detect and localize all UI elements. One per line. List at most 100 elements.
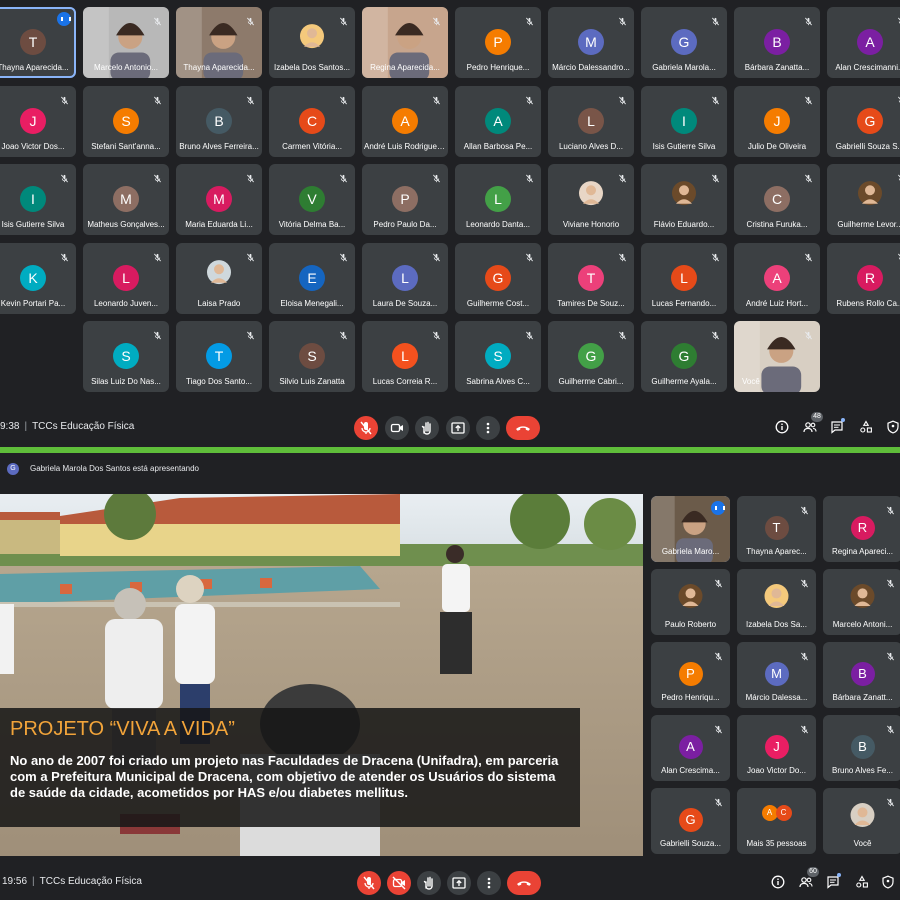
participant-avatar: S [485,343,511,369]
participant-tile[interactable]: M Maria Eduarda Li... [176,164,262,235]
activities-button[interactable] [855,875,869,889]
participant-tile[interactable]: T Thayna Aparec... [737,496,816,562]
participant-tile[interactable]: L Luciano Alves D... [548,85,634,157]
participant-tile[interactable]: Izabela Dos Santos... [269,7,355,78]
present-button[interactable] [446,416,470,440]
participant-tile[interactable]: C Cristina Furuka... [734,164,820,235]
mic-off-icon [804,13,813,26]
participant-name: Luciano Alves D... [558,141,624,151]
participant-tile[interactable]: P Pedro Paulo Da... [362,164,448,235]
participant-tile[interactable]: T Thayna Aparecida... [0,7,76,78]
host-controls-button[interactable] [881,875,895,889]
participant-tile[interactable]: Thayna Aparecida... [176,7,262,78]
mic-off-button[interactable] [357,871,381,895]
participant-tile[interactable]: R Regina Apareci... [823,496,900,562]
participant-tile[interactable]: Gabriela Maro... [651,496,730,562]
participant-tile[interactable]: L Lucas Correia R... [362,321,448,392]
participant-tile[interactable]: M Márcio Dalessa... [737,642,816,708]
participant-tile[interactable]: I Isis Gutierre Silva [641,85,727,157]
participant-tile[interactable]: B Bruno Alves Ferreira... [176,85,262,157]
participant-avatar: J [764,735,789,759]
present-button[interactable] [447,871,471,895]
camera-off-button[interactable] [387,871,411,895]
participant-tile[interactable]: L Leonardo Juven... [83,242,169,314]
meeting-details-button[interactable] [775,420,789,434]
participant-avatar: L [113,264,139,291]
participant-tile[interactable]: G Gabrielli Souza S... [827,85,900,157]
participant-tile[interactable]: Regina Aparecida... [362,7,448,78]
camera-button[interactable] [385,416,409,440]
participant-tile[interactable]: L Laura De Souza... [362,242,448,314]
leave-call-button[interactable] [506,416,540,440]
more-options-button[interactable] [476,416,500,440]
participant-name: Bárbara Zanatta... [744,63,810,72]
participant-tile[interactable]: E Eloisa Menegali... [269,242,355,314]
people-button[interactable]: 60 [799,867,819,889]
participant-tile[interactable]: C Carmen Vitória... [269,85,355,157]
participant-tile[interactable]: J Joao Victor Do... [737,715,816,781]
participant-tile[interactable]: A Alan Crescimanni... [827,7,900,78]
participant-tile[interactable]: G Gabriela Marola... [641,7,727,78]
participant-tile[interactable]: A André Luiz Hort... [734,242,820,314]
participant-tile[interactable]: K Kevin Portari Pa... [0,242,76,314]
participant-tile[interactable]: J Joao Victor Dos... [0,85,76,157]
participant-tile[interactable]: Flávio Eduardo... [641,164,727,235]
participant-tile[interactable]: Você [734,321,820,392]
participant-name: Thayna Aparecida... [0,63,69,72]
participant-tile[interactable]: T Tamires De Souz... [548,242,634,314]
chat-button[interactable] [830,418,845,434]
participant-tile[interactable]: S Stefani Sant'anna... [83,85,169,157]
participant-tile[interactable]: R Rubens Rollo Ca... [827,242,900,314]
participant-tile[interactable]: Laisa Prado [176,242,262,314]
people-button[interactable]: 48 [803,412,823,434]
participant-tile[interactable]: Marcelo Antoni... [823,569,900,635]
participant-tile[interactable]: B Bárbara Zanatta... [734,7,820,78]
participant-tile[interactable]: S Silas Luiz Do Nas... [83,321,169,392]
participant-tile[interactable]: A C Mais 35 pessoas [737,788,816,854]
participant-tile[interactable]: S Silvio Luis Zanatta [269,321,355,392]
participant-tile[interactable]: B Bárbara Zanatt... [823,642,900,708]
participant-tile[interactable]: T Tiago Dos Santo... [176,321,262,392]
meeting-details-button[interactable] [771,875,785,889]
mic-off-icon [804,170,813,183]
participant-tile[interactable]: G Guilherme Ayala... [641,321,727,392]
mic-off-icon [432,327,441,340]
more-options-button[interactable] [477,871,501,895]
participant-tile[interactable]: Guilherme Levor... [827,164,900,235]
chat-button[interactable] [826,873,841,889]
participant-tile[interactable]: A Alan Crescima... [651,715,730,781]
participant-tile[interactable]: Marcelo Antonio... [83,7,169,78]
participant-tile[interactable]: A Allan Barbosa Pe... [455,85,541,157]
participant-name: Matheus Gonçalves... [87,220,165,229]
participant-tile[interactable]: G Guilherme Cabri... [548,321,634,392]
activities-icon [856,875,868,888]
participant-tile[interactable]: A André Luis Rodrigues... [362,85,448,157]
participant-avatar: L [485,186,511,212]
participant-tile[interactable]: B Bruno Alves Fe... [823,715,900,781]
participant-tile[interactable]: G Gabrielli Souza... [651,788,730,854]
mic-off-button[interactable] [354,416,378,440]
mic-off-icon [432,92,441,104]
leave-call-button[interactable] [507,871,541,895]
participant-tile[interactable]: M Márcio Dalessandro... [548,7,634,78]
participant-tile[interactable]: Paulo Roberto [651,569,730,635]
participant-tile[interactable]: G Guilherme Cost... [455,242,541,314]
participant-tile[interactable]: M Matheus Gonçalves... [83,164,169,235]
activities-button[interactable] [859,420,873,434]
raise-hand-button[interactable] [415,416,439,440]
participant-tile[interactable]: Izabela Dos Sa... [737,569,816,635]
participant-tile[interactable]: L Leonardo Danta... [455,164,541,235]
participant-tile[interactable]: P Pedro Henrique... [455,7,541,78]
participant-tile[interactable]: L Lucas Fernando... [641,242,727,314]
host-controls-button[interactable] [886,420,900,434]
participant-tile[interactable]: Você [823,788,900,854]
participant-tile[interactable]: J Julio De Oliveira [734,85,820,157]
participant-tile[interactable]: I Isis Gutierre Silva [0,164,76,235]
participant-tile[interactable]: Viviane Honorio [548,164,634,235]
mic-off-icon [246,170,255,183]
participant-tile[interactable]: V Vitória Delma Ba... [269,164,355,235]
participant-tile[interactable]: P Pedro Henriqu... [651,642,730,708]
participant-tile[interactable]: S Sabrina Alves C... [455,321,541,392]
mic-off-icon [339,13,348,26]
raise-hand-button[interactable] [417,871,441,895]
